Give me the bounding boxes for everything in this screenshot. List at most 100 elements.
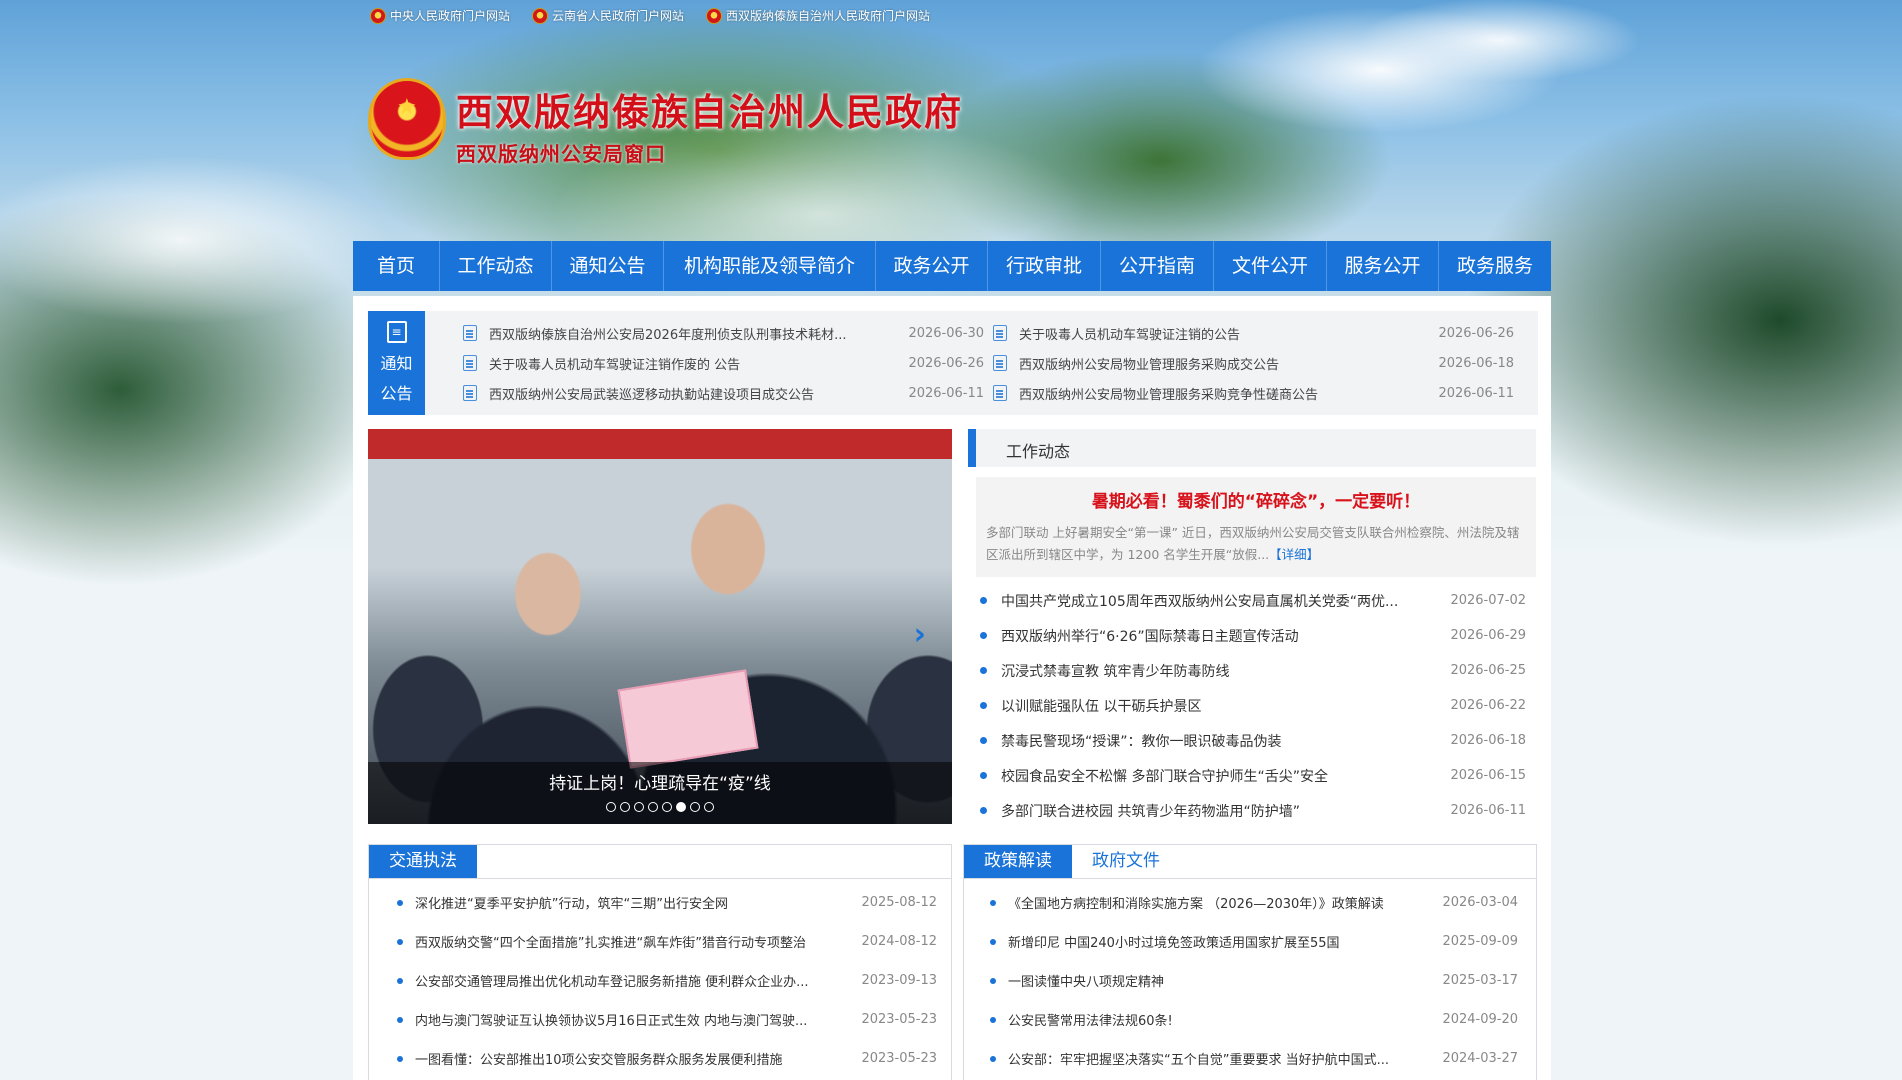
nav-home[interactable]: 首页 [353,241,440,291]
tab-gov-documents[interactable]: 政府文件 [1072,845,1180,878]
main-content: ≡ 通知 公告 西双版纳傣族自治州公安局2026年度刑侦支队刑事技术耗材... … [353,296,1551,1080]
list-item[interactable]: 以训赋能强队伍 以干砺兵护景区 2026-06-22 [968,688,1536,723]
notice-item[interactable]: 西双版纳州公安局物业管理服务采购竞争性磋商公告 2026-06-11 [993,378,1523,408]
section-title[interactable]: 工作动态 [1006,438,1070,462]
panel-tabs: 政策解读 政府文件 [964,845,1536,879]
carousel-dot[interactable] [606,802,616,812]
bullet-icon [397,977,403,984]
list-item[interactable]: 一图读懂中央八项规定精神 2025-03-17 [964,961,1536,1000]
photo-carousel[interactable]: 持证上岗！心理疏导在“疫”线 › [368,429,952,824]
policy-list: 《全国地方病控制和消除实施方案 （2026—2030年）》政策解读 2026-03… [964,879,1536,1078]
document-icon [993,325,1007,341]
list-item[interactable]: 中国共产党成立105周年西双版纳州公安局直属机关党委“两优... 2026-07-… [968,583,1536,618]
list-item[interactable]: 新增印尼 中国240小时过境免签政策适用国家扩展至55国 2025-09-09 [964,922,1536,961]
nav-disclosure-guide[interactable]: 公开指南 [1101,241,1214,291]
main-nav: 首页 工作动态 通知公告 机构职能及领导简介 政务公开 行政审批 公开指南 文件… [353,241,1551,291]
carousel-dot[interactable] [648,802,658,812]
chevron-right-icon[interactable]: › [914,617,926,652]
news-list: 中国共产党成立105周年西双版纳州公安局直属机关党委“两优... 2026-07-… [968,583,1536,828]
list-item[interactable]: 西双版纳交警“四个全面措施”扎实推进“飙车炸街”猎音行动专项整治 2024-08-… [369,922,951,961]
notice-strip: ≡ 通知 公告 西双版纳傣族自治州公安局2026年度刑侦支队刑事技术耗材... … [368,311,1538,415]
notice-board-icon: ≡ [386,321,407,343]
list-item[interactable]: 多部门联合进校园 共筑青少年药物滥用“防护墙” 2026-06-11 [968,793,1536,828]
tab-policy-interpretation[interactable]: 政策解读 [964,845,1072,878]
top-links: 中央人民政府门户网站 云南省人民政府门户网站 西双版纳傣族自治州人民政府门户网站 [370,7,930,24]
bullet-icon [990,899,996,906]
national-emblem-icon [368,78,446,160]
headline-box: 暑期必看！蜀黍们的“碎碎念”，一定要听！ 多部门联动 上好暑期安全“第一课” 近… [976,477,1536,577]
site-logo[interactable]: 西双版纳傣族自治州人民政府 西双版纳州公安局窗口 [368,78,963,167]
carousel-dot[interactable] [704,802,714,812]
nav-documents[interactable]: 文件公开 [1214,241,1327,291]
top-link-central-gov[interactable]: 中央人民政府门户网站 [370,7,510,24]
document-icon [993,355,1007,371]
tab-traffic-enforcement[interactable]: 交通执法 [369,845,477,878]
carousel-dot[interactable] [634,802,644,812]
notice-tag[interactable]: ≡ 通知 公告 [368,311,425,415]
document-icon [463,385,477,401]
notice-item[interactable]: 关于吸毒人员机动车驾驶证注销的公告 2026-06-26 [993,318,1523,348]
bullet-icon [397,1055,403,1062]
emblem-icon [532,7,549,24]
bullet-icon [990,977,996,984]
bullet-icon [980,667,987,674]
bullet-icon [980,772,987,779]
list-item[interactable]: 一图看懂：公安部推出10项公安交管服务群众服务发展便利措施 2023-05-23 [369,1039,951,1078]
list-item[interactable]: 《全国地方病控制和消除实施方案 （2026—2030年）》政策解读 2026-03… [964,883,1536,922]
notice-item[interactable]: 关于吸毒人员机动车驾驶证注销作废的 公告 2026-06-26 [463,348,993,378]
nav-org-functions[interactable]: 机构职能及领导简介 [664,241,876,291]
headline-summary: 多部门联动 上好暑期安全“第一课” 近日，西双版纳州公安局交管支队联合州检察院、… [986,525,1520,562]
policy-panel: 政策解读 政府文件 《全国地方病控制和消除实施方案 （2026—2030年）》政… [963,844,1537,1080]
emblem-icon [370,7,386,24]
traffic-list: 深化推进“夏季平安护航”行动，筑牢“三期”出行安全网 2025-08-12 西双版… [369,879,951,1078]
bullet-icon [397,1016,403,1023]
list-item[interactable]: 禁毒民警现场“授课”：教你一眼识破毒品伪装 2026-06-18 [968,723,1536,758]
bullet-icon [397,899,403,906]
section-header: 工作动态 [968,429,1536,467]
headline-title[interactable]: 暑期必看！蜀黍们的“碎碎念”，一定要听！ [976,487,1536,512]
nav-notices[interactable]: 通知公告 [552,241,664,291]
bullet-icon [980,597,987,604]
nav-gov-services[interactable]: 政务服务 [1439,241,1551,291]
carousel-caption[interactable]: 持证上岗！心理疏导在“疫”线 [368,769,952,794]
document-icon [463,355,477,371]
nav-services-public[interactable]: 服务公开 [1327,241,1439,291]
detail-link[interactable]: 【详细】 [1269,547,1319,562]
list-item[interactable]: 深化推进“夏季平安护航”行动，筑牢“三期”出行安全网 2025-08-12 [369,883,951,922]
notice-item[interactable]: 西双版纳傣族自治州公安局2026年度刑侦支队刑事技术耗材... 2026-06-… [463,318,993,348]
carousel-dot[interactable] [690,802,700,812]
notice-item[interactable]: 西双版纳州公安局物业管理服务采购成交公告 2026-06-18 [993,348,1523,378]
nav-gov-affairs-public[interactable]: 政务公开 [876,241,988,291]
traffic-panel: 交通执法 深化推进“夏季平安护航”行动，筑牢“三期”出行安全网 2025-08-1… [368,844,952,1080]
site-subtitle: 西双版纳州公安局窗口 [456,142,666,166]
carousel-dots [368,802,952,812]
list-item[interactable]: 校园食品安全不松懈 多部门联合守护师生“舌尖”安全 2026-06-15 [968,758,1536,793]
nav-admin-approval[interactable]: 行政审批 [988,241,1101,291]
document-icon [463,325,477,341]
bullet-icon [980,702,987,709]
top-link-xsbn-gov[interactable]: 西双版纳傣族自治州人民政府门户网站 [706,7,930,24]
carousel-dot[interactable] [676,802,686,812]
bullet-icon [397,938,403,945]
document-icon [993,385,1007,401]
notice-item[interactable]: 西双版纳州公安局武装巡逻移动执勤站建设项目成交公告 2026-06-11 [463,378,993,408]
bullet-icon [980,737,987,744]
emblem-icon [706,7,723,24]
list-item[interactable]: 公安民警常用法律法规60条! 2024-09-20 [964,1000,1536,1039]
bullet-icon [990,1055,996,1062]
nav-work-news[interactable]: 工作动态 [440,241,552,291]
top-link-yunnan-gov[interactable]: 云南省人民政府门户网站 [532,7,684,24]
list-item[interactable]: 公安部：牢牢把握坚决落实“五个自觉”重要要求 当好护航中国式... 2024-03… [964,1039,1536,1078]
carousel-dot[interactable] [620,802,630,812]
site-title: 西双版纳傣族自治州人民政府 [456,91,963,134]
list-item[interactable]: 内地与澳门驾驶证互认换领协议5月16日正式生效 内地与澳门驾驶... 2023-0… [369,1000,951,1039]
list-item[interactable]: 公安部交通管理局推出优化机动车登记服务新措施 便利群众企业办... 2023-09… [369,961,951,1000]
carousel-dot[interactable] [662,802,672,812]
bullet-icon [990,938,996,945]
notice-list: 西双版纳傣族自治州公安局2026年度刑侦支队刑事技术耗材... 2026-06-… [463,318,1523,408]
list-item[interactable]: 西双版纳州举行“6·26”国际禁毒日主题宣传活动 2026-06-29 [968,618,1536,653]
work-news-section: 工作动态 暑期必看！蜀黍们的“碎碎念”，一定要听！ 多部门联动 上好暑期安全“第… [968,429,1536,829]
list-item[interactable]: 沉浸式禁毒宣教 筑牢青少年防毒防线 2026-06-25 [968,653,1536,688]
bullet-icon [980,807,987,814]
panel-tabs: 交通执法 [369,845,951,879]
